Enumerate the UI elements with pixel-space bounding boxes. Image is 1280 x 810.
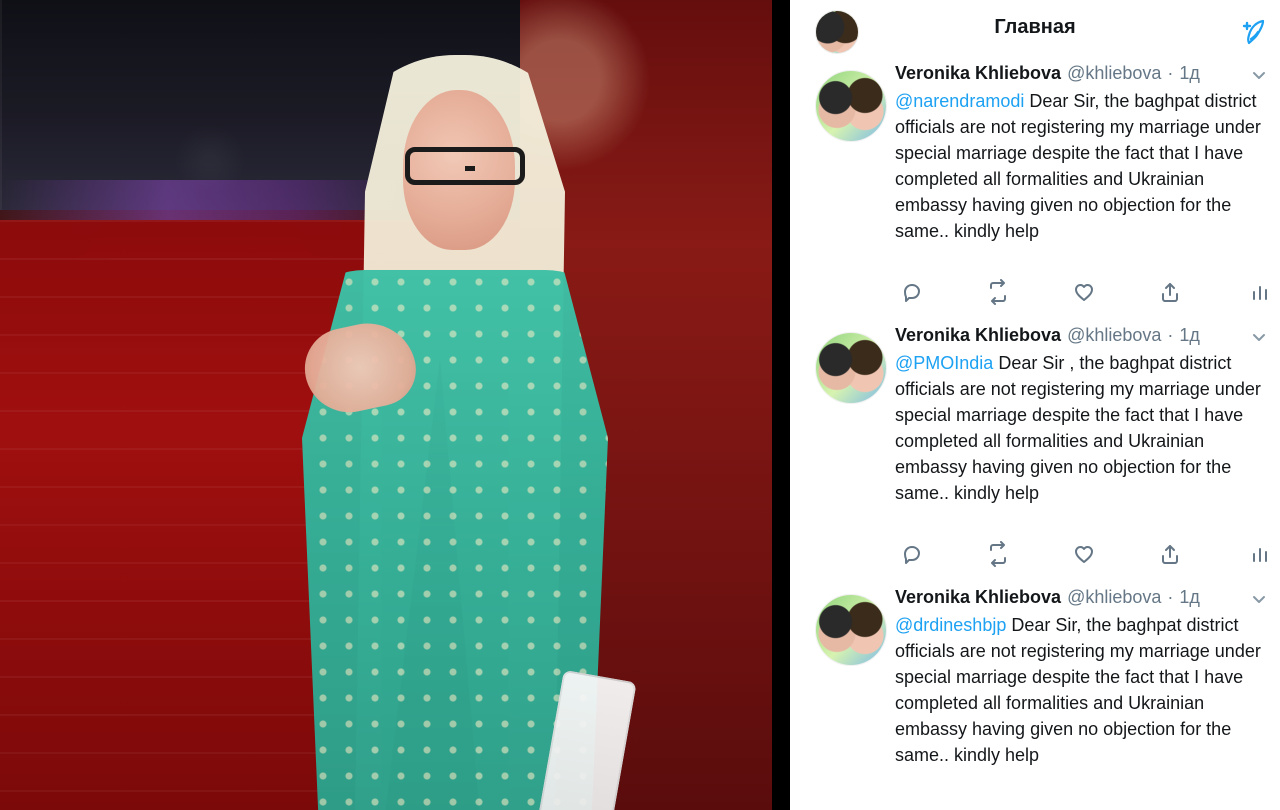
twitter-panel: Главная Veronika Khliebova @khliebova ·: [790, 0, 1280, 810]
tweet-text: @drdineshbjp Dear Sir, the baghpat distr…: [895, 612, 1265, 768]
tweet-avatar-image: [816, 595, 886, 665]
tweet-body-text: Dear Sir , the baghpat district official…: [895, 353, 1261, 503]
tweet-text: @PMOIndia Dear Sir , the baghpat distric…: [895, 350, 1265, 506]
compose-feather-icon: [1239, 17, 1269, 47]
tweet-avatar[interactable]: [815, 70, 887, 142]
chevron-down-icon: [1251, 67, 1267, 88]
tweet-time[interactable]: 1д: [1179, 586, 1200, 608]
tweet-menu-button[interactable]: [1250, 68, 1268, 86]
tweet-text: @narendramodi Dear Sir, the baghpat dist…: [895, 88, 1265, 244]
tweet-time[interactable]: 1д: [1179, 62, 1200, 84]
chevron-down-icon: [1251, 329, 1267, 350]
retweet-icon: [985, 541, 1011, 567]
tweet[interactable]: Veronika Khliebova @khliebova · 1д @drdi…: [790, 586, 1280, 810]
page-title: Главная: [994, 16, 1076, 38]
heart-icon: [1072, 280, 1096, 304]
reply-button[interactable]: [895, 277, 929, 307]
tweet-time[interactable]: 1д: [1179, 324, 1200, 346]
top-bar: Главная: [790, 0, 1280, 63]
tweet-avatar-image: [816, 71, 886, 141]
analytics-button[interactable]: [1243, 539, 1277, 569]
tweet-menu-button[interactable]: [1250, 592, 1268, 610]
chevron-down-icon: [1251, 591, 1267, 612]
photo-person: [265, 55, 655, 810]
mention-link[interactable]: @narendramodi: [895, 91, 1024, 111]
reply-icon: [900, 280, 924, 304]
tweet-avatar-image: [816, 333, 886, 403]
tweet-header: Veronika Khliebova @khliebova · 1д: [895, 324, 1265, 346]
tweet-avatar[interactable]: [815, 332, 887, 404]
tweet-header: Veronika Khliebova @khliebova · 1д: [895, 586, 1265, 608]
retweet-button[interactable]: [981, 539, 1015, 569]
vertical-divider: [772, 0, 790, 810]
tweet-content: Veronika Khliebova @khliebova · 1д @nare…: [895, 62, 1265, 244]
bar-chart-icon: [1249, 281, 1271, 303]
share-icon: [1158, 280, 1182, 304]
header-separator: ·: [1167, 325, 1174, 345]
mention-link[interactable]: @drdineshbjp: [895, 615, 1006, 635]
tweet-actions: [895, 539, 1270, 569]
tweet-body-text: Dear Sir, the baghpat district officials…: [895, 91, 1261, 241]
person-glasses: [405, 147, 525, 185]
timeline-feed: Veronika Khliebova @khliebova · 1д @nare…: [790, 62, 1280, 810]
tweet[interactable]: Veronika Khliebova @khliebova · 1д @nare…: [790, 62, 1280, 325]
tweet[interactable]: Veronika Khliebova @khliebova · 1д @PMOI…: [790, 324, 1280, 587]
tweet-menu-button[interactable]: [1250, 330, 1268, 348]
tweet-content: Veronika Khliebova @khliebova · 1д @PMOI…: [895, 324, 1265, 506]
reply-button[interactable]: [895, 539, 929, 569]
share-icon: [1158, 542, 1182, 566]
photo: [0, 0, 772, 810]
author-name[interactable]: Veronika Khliebova: [895, 324, 1061, 346]
tweet-avatar[interactable]: [815, 594, 887, 666]
mention-link[interactable]: @PMOIndia: [895, 353, 993, 373]
like-button[interactable]: [1067, 277, 1101, 307]
tweet-content: Veronika Khliebova @khliebova · 1д @drdi…: [895, 586, 1265, 768]
tweet-body-text: Dear Sir, the baghpat district officials…: [895, 615, 1261, 765]
like-button[interactable]: [1067, 539, 1101, 569]
share-button[interactable]: [1153, 539, 1187, 569]
tweet-header: Veronika Khliebova @khliebova · 1д: [895, 62, 1265, 84]
author-handle[interactable]: @khliebova: [1067, 62, 1161, 84]
tweet-actions: [895, 277, 1270, 307]
author-handle[interactable]: @khliebova: [1067, 324, 1161, 346]
retweet-button[interactable]: [981, 277, 1015, 307]
analytics-button[interactable]: [1243, 277, 1277, 307]
retweet-icon: [985, 279, 1011, 305]
header-separator: ·: [1167, 63, 1174, 83]
compose-button[interactable]: [1234, 12, 1274, 52]
author-handle[interactable]: @khliebova: [1067, 586, 1161, 608]
heart-icon: [1072, 542, 1096, 566]
author-name[interactable]: Veronika Khliebova: [895, 586, 1061, 608]
share-button[interactable]: [1153, 277, 1187, 307]
author-name[interactable]: Veronika Khliebova: [895, 62, 1061, 84]
reply-icon: [900, 542, 924, 566]
bar-chart-icon: [1249, 543, 1271, 565]
header-separator: ·: [1167, 587, 1174, 607]
